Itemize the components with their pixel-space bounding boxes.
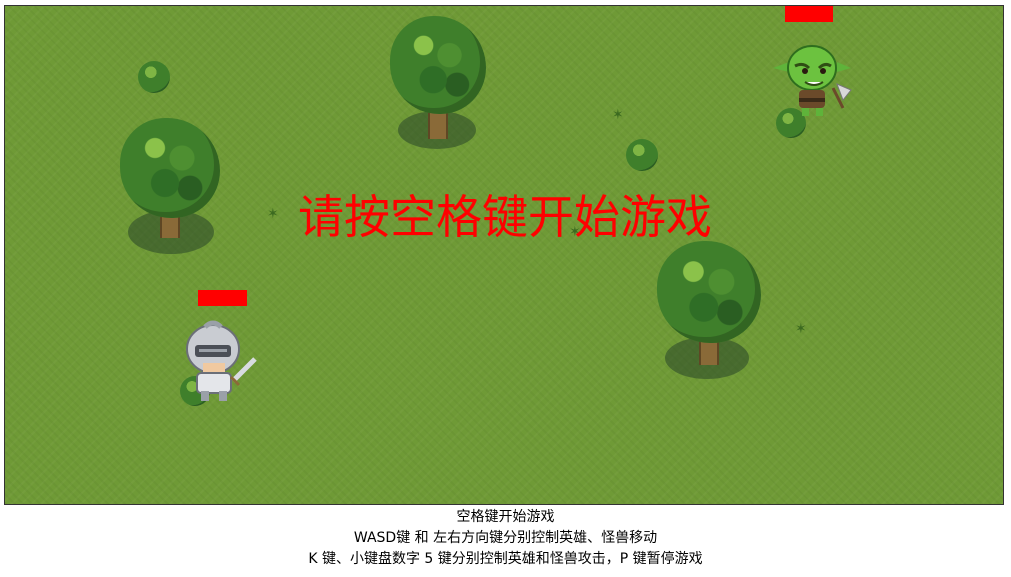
instruction-line: WASD键 和 左右方向键分别控制英雄、怪兽移动 — [353, 530, 658, 546]
instruction-line: K 键、小键盘数字 5 键分别控制英雄和怪兽攻击，P 键暂停游戏 — [308, 551, 703, 567]
monster-health-bar — [785, 6, 833, 22]
grass-tuft-icon: ✶ — [795, 321, 807, 337]
goblin-icon — [773, 45, 852, 116]
tree-right — [655, 241, 765, 381]
hero-health-bar — [198, 290, 247, 306]
bush — [626, 139, 658, 171]
grass-tuft-icon: ✶ — [612, 107, 624, 123]
bush — [138, 61, 170, 93]
instructions: 空格键开始游戏 WASD键 和 左右方向键分别控制英雄、怪兽移动 K 键、小键盘… — [0, 507, 1011, 570]
knight-icon — [186, 320, 257, 401]
instruction-line: 空格键开始游戏 — [456, 509, 555, 525]
start-prompt: 请按空格键开始游戏 — [298, 190, 712, 244]
game-canvas[interactable]: ✶ ✶ ✶ ✶ 请按空格键开始游戏 — [4, 5, 1004, 505]
tree-top-center — [388, 16, 488, 156]
